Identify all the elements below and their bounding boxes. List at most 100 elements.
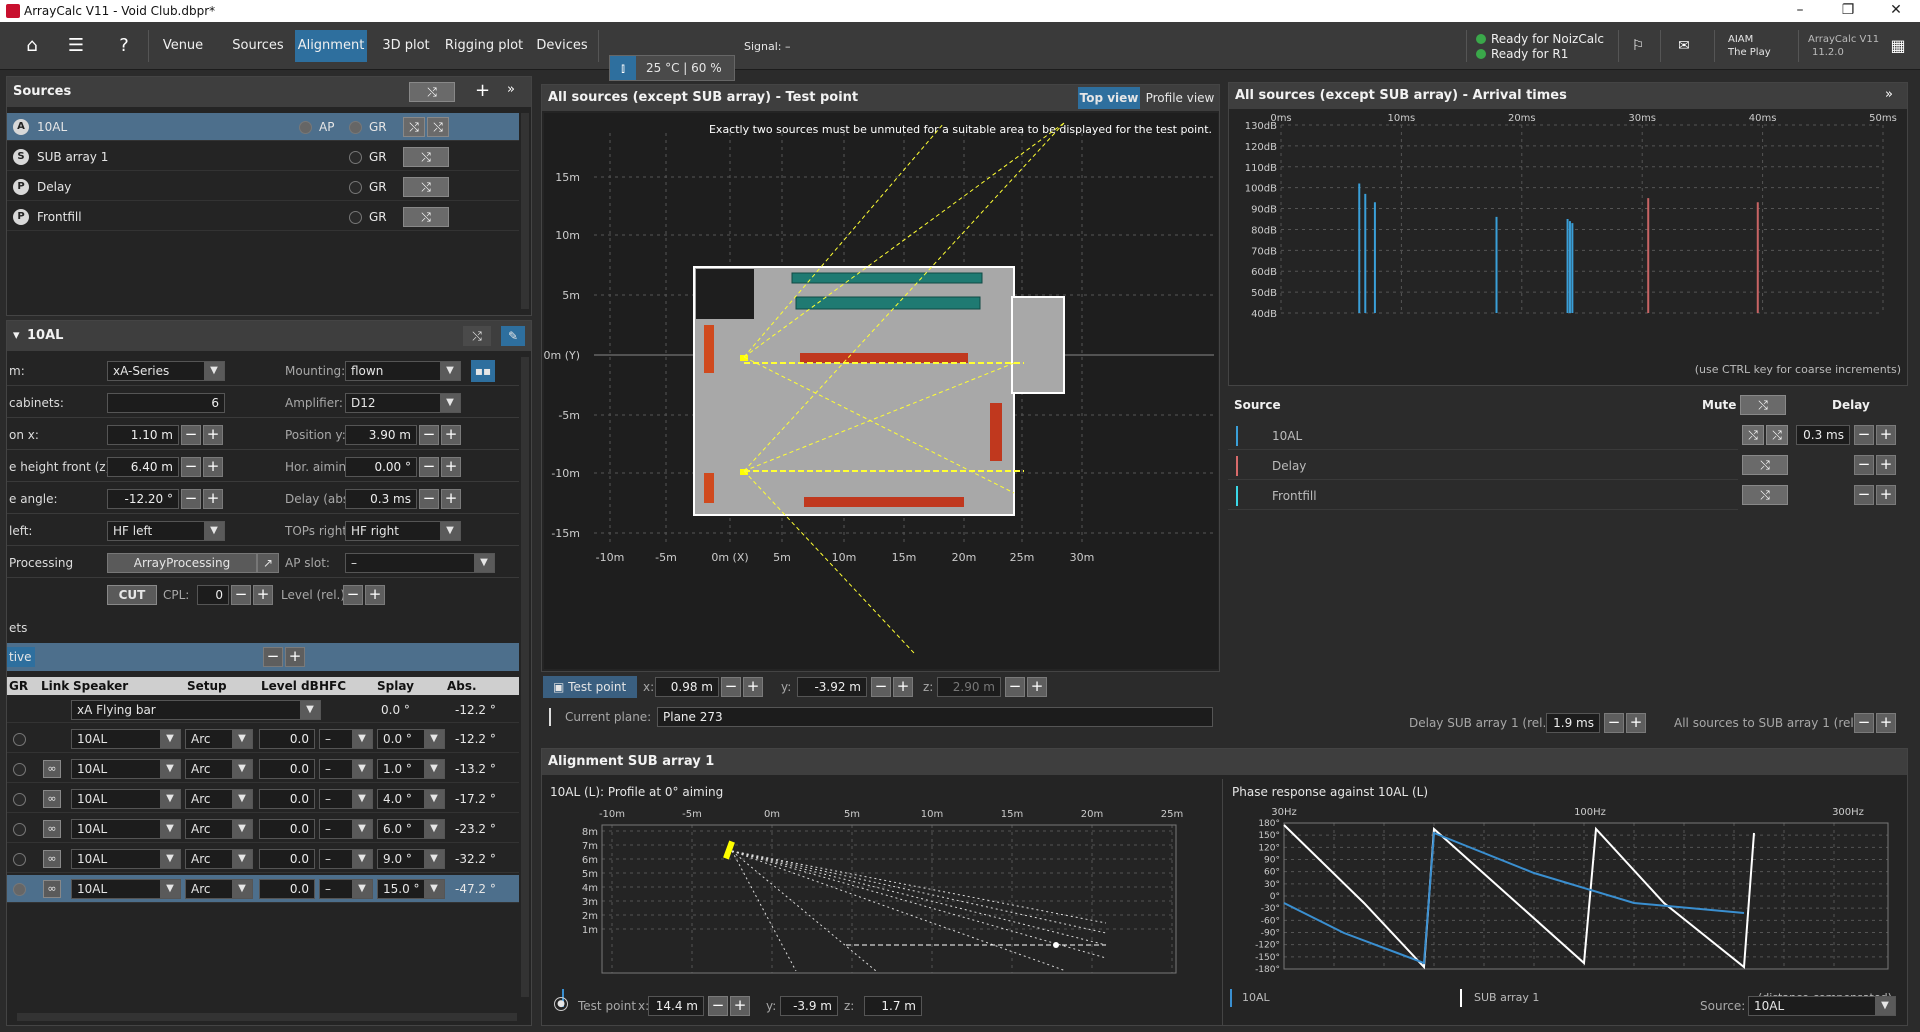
property-dropdown[interactable]: xA-Series ▼ [107,361,225,381]
level-field[interactable]: 0.0 [259,729,315,749]
gr-radio[interactable] [13,823,26,836]
setup-dropdown[interactable]: Arc ▼ [185,879,253,899]
increment-button[interactable]: + [203,489,223,509]
source-row[interactable]: A 10AL AP GR ⤭ ⤭ [7,113,519,141]
all-to-sub-decrement[interactable]: − [1854,713,1874,733]
cabinet-row[interactable]: ∞ 10AL ▼ Arc ▼ 0.0– ▼ 15.0 ° ▼ -47.2 ° [7,875,519,903]
delay-decrement[interactable]: − [1854,455,1874,475]
splay-dropdown[interactable]: 15.0 ° ▼ [377,879,445,899]
add-source-icon[interactable]: + [475,80,497,101]
speaker-dropdown[interactable]: 10AL ▼ [71,849,181,869]
cabinet-row[interactable]: ∞ 10AL ▼ Arc ▼ 0.0– ▼ 6.0 ° ▼ -23.2 ° [7,815,519,843]
test-point-y-field[interactable]: -3.92 m [797,677,867,697]
sub-x-increment[interactable]: + [730,996,750,1016]
hfc-dropdown[interactable]: – ▼ [319,729,373,749]
property-field[interactable]: 0.3 ms [345,489,417,509]
mute-button[interactable]: ⤭ [403,147,449,167]
z-decrement[interactable]: − [1005,677,1025,697]
speaker-dropdown[interactable]: 10AL ▼ [71,819,181,839]
flying-bar-dropdown[interactable]: xA Flying bar ▼ [71,700,321,720]
edit-icon[interactable]: ✎ [501,326,525,346]
delay-sub-field[interactable]: 1.9 ms [1546,713,1600,733]
speaker-dropdown[interactable]: 10AL ▼ [71,789,181,809]
mute-right-button[interactable]: ⤭ [427,117,449,137]
setup-dropdown[interactable]: Arc ▼ [185,729,253,749]
tab-3d-plot[interactable]: 3D plot [376,30,436,62]
horizontal-scrollbar[interactable] [17,1013,517,1021]
gr-radio[interactable] [13,853,26,866]
hfc-dropdown[interactable]: – ▼ [319,849,373,869]
delay-decrement[interactable]: − [1854,425,1874,445]
level-field[interactable]: 0.0 [259,819,315,839]
active-set-label[interactable]: tive [7,647,35,667]
delay-increment[interactable]: + [1876,455,1896,475]
decrement-button[interactable]: − [181,489,201,509]
test-point-toggle[interactable]: ▣ Test point [543,676,637,698]
array-processing-button[interactable]: ArrayProcessing [107,553,257,573]
cabinet-row[interactable]: 10AL ▼ Arc ▼ 0.0– ▼ 0.0 ° ▼ -12.2 ° [7,725,519,753]
remove-set-button[interactable]: − [263,647,283,667]
increment-button[interactable]: + [203,457,223,477]
property-dropdown[interactable]: D12 ▼ [345,393,461,413]
active-set-bar[interactable]: tive − + [7,643,519,671]
flying-bar-row[interactable]: xA Flying bar ▼ 0.0 ° -12.2 ° [7,697,519,723]
sub-test-point-z[interactable]: 1.7 m [864,996,922,1016]
delay-sub-increment[interactable]: + [1626,713,1646,733]
gr-radio[interactable] [13,733,26,746]
setup-dropdown[interactable]: Arc ▼ [185,759,253,779]
mute-button[interactable]: ⤭ [403,207,449,227]
close-button[interactable]: ✕ [1876,2,1916,18]
speaker-dropdown[interactable]: 10AL ▼ [71,879,181,899]
splay-dropdown[interactable]: 4.0 ° ▼ [377,789,445,809]
link-icon[interactable]: ∞ [43,760,61,778]
mute-left-button[interactable]: ⤭ [403,117,425,137]
delay-increment[interactable]: + [1876,425,1896,445]
link-icon[interactable]: ∞ [43,820,61,838]
link-icon[interactable]: ∞ [43,880,61,898]
level-decrement[interactable]: − [343,585,363,605]
decrement-button[interactable]: − [419,489,439,509]
top-view-tab[interactable]: Top view [1078,87,1140,109]
cpl-increment[interactable]: + [253,585,273,605]
speaker-dropdown[interactable]: 10AL ▼ [71,729,181,749]
property-field[interactable]: 0.00 ° [345,457,417,477]
help-icon[interactable]: ? [106,30,142,62]
tab-sources[interactable]: Sources [228,30,288,62]
test-point-z-field[interactable]: 2.90 m [937,677,1001,697]
y-decrement[interactable]: − [871,677,891,697]
sources-scrollbar[interactable] [521,113,529,309]
splay-dropdown[interactable]: 9.0 ° ▼ [377,849,445,869]
source-row[interactable]: P Frontfill GR ⤭ [7,203,519,231]
mute-right-button[interactable]: ⤭ [1766,425,1788,445]
source-delay-field[interactable]: 0.3 ms [1796,425,1850,445]
cpl-field[interactable]: 0 [197,585,229,605]
gr-toggle[interactable] [349,151,362,164]
decrement-button[interactable]: − [181,425,201,445]
level-field[interactable]: 0.0 [259,759,315,779]
decrement-button[interactable]: − [181,457,201,477]
decrement-button[interactable]: − [419,457,439,477]
link-icon[interactable]: ∞ [43,790,61,808]
setup-dropdown[interactable]: Arc ▼ [185,819,253,839]
layout-grid-icon[interactable]: ▦ [1880,30,1916,62]
delay-decrement[interactable]: − [1854,485,1874,505]
splay-dropdown[interactable]: 1.0 ° ▼ [377,759,445,779]
cabinet-row[interactable]: ∞ 10AL ▼ Arc ▼ 0.0– ▼ 4.0 ° ▼ -17.2 ° [7,785,519,813]
source-select[interactable]: 10AL ▼ [1748,996,1896,1016]
current-plane-field[interactable]: Plane 273 [657,707,1213,727]
property-field[interactable]: 6.40 m [107,457,179,477]
mute-button[interactable]: ⤭ [1742,485,1788,505]
ap-toggle[interactable] [299,121,312,134]
gr-radio[interactable] [13,793,26,806]
speaker-dropdown[interactable]: 10AL ▼ [71,759,181,779]
tab-venue[interactable]: Venue [156,30,210,62]
increment-button[interactable]: + [203,425,223,445]
mute-source-icon[interactable]: ⤭ [463,326,491,346]
property-dropdown[interactable]: HF left ▼ [107,521,225,541]
sub-test-point-y[interactable]: -3.9 m [780,996,838,1016]
environment-button[interactable]: ⫾ 25 °C | 60 % [609,55,735,81]
cpl-decrement[interactable]: − [231,585,251,605]
expand-panel-icon[interactable]: » [507,82,515,97]
level-field[interactable]: 0.0 [259,789,315,809]
property-dropdown[interactable]: HF right ▼ [345,521,461,541]
